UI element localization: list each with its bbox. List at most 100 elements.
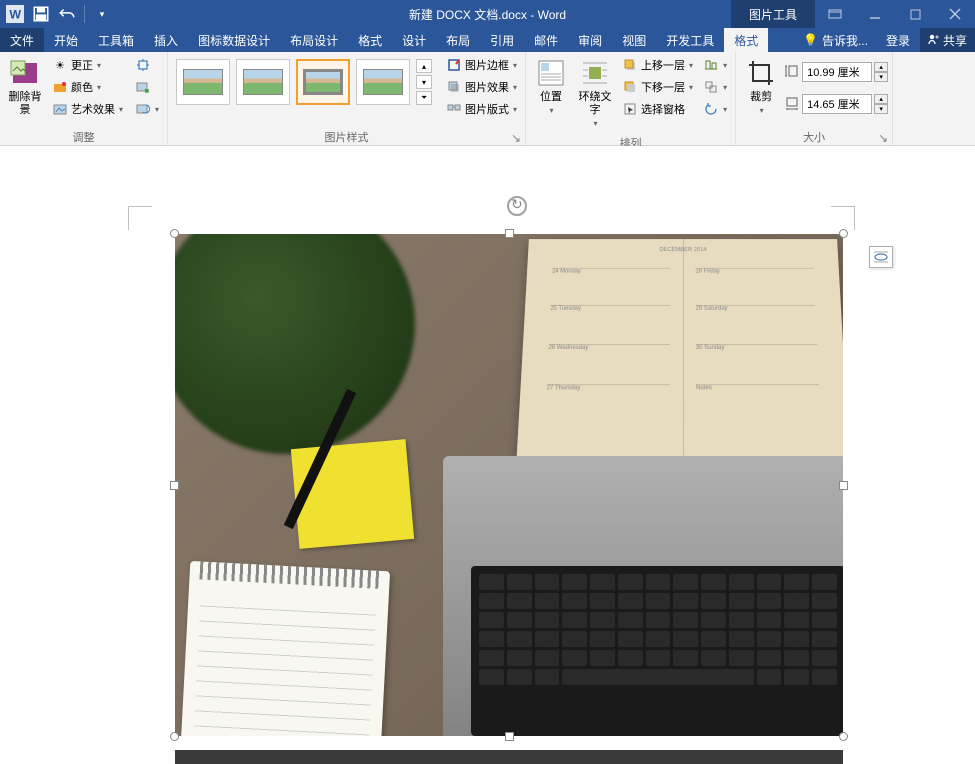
tab-layout-design[interactable]: 布局设计 [280,28,348,52]
titlebar-right: 图片工具 [731,0,975,28]
contextual-tab-picture-tools: 图片工具 [731,0,815,28]
ribbon-display-icon[interactable] [815,0,855,28]
resize-handle-s[interactable] [505,732,514,741]
effects-icon [446,79,462,95]
rotate-button[interactable]: ▾ [699,99,731,119]
document-canvas[interactable]: 24 Monday 25 Tuesday 26 Wednesday 27 Thu… [0,146,975,764]
tab-insert[interactable]: 插入 [144,28,188,52]
change-picture-icon [135,79,151,95]
next-object-strip [175,750,843,764]
compress-pictures-button[interactable] [131,55,163,75]
tab-design[interactable]: 设计 [392,28,436,52]
login-button[interactable]: 登录 [876,32,920,49]
picture-layout-button[interactable]: 图片版式▾ [442,99,521,119]
tab-file[interactable]: 文件 [0,28,44,52]
tab-developer[interactable]: 开发工具 [656,28,724,52]
undo-icon[interactable] [58,5,76,23]
gallery-down-icon[interactable]: ▾ [416,75,432,89]
margin-corner-tl [128,206,152,230]
change-picture-button[interactable] [131,77,163,97]
tab-mailings[interactable]: 邮件 [524,28,568,52]
color-icon [52,79,68,95]
style-thumb-3[interactable] [296,59,350,105]
picture-border-button[interactable]: 图片边框▾ [442,55,521,75]
artistic-effects-button[interactable]: 艺术效果▾ [48,99,127,119]
crop-button[interactable]: 裁剪▾ [740,55,782,119]
style-thumb-2[interactable] [236,59,290,105]
maximize-icon[interactable] [895,0,935,28]
bring-forward-icon [622,57,638,73]
close-icon[interactable] [935,0,975,28]
picture-style-gallery: ▴ ▾ ⏷ [172,55,436,109]
tab-view[interactable]: 视图 [612,28,656,52]
svg-text:W: W [9,8,21,22]
share-button[interactable]: 共享 [920,28,975,52]
size-dialog-launcher-icon[interactable]: ↘ [878,131,890,143]
ribbon-tabs: 文件 开始 工具箱 插入 图标数据设计 布局设计 格式 设计 布局 引用 邮件 … [0,28,975,52]
group-picture-styles: ▴ ▾ ⏷ 图片边框▾ 图片效果▾ 图片版式▾ 图片样式 ↘ [168,52,526,145]
resize-handle-sw[interactable] [170,732,179,741]
corrections-button[interactable]: ☀更正▾ [48,55,127,75]
resize-handle-nw[interactable] [170,229,179,238]
resize-handle-e[interactable] [839,481,848,490]
styles-dialog-launcher-icon[interactable]: ↘ [511,131,523,143]
height-input[interactable]: 10.99 厘米 [802,62,872,82]
gallery-up-icon[interactable]: ▴ [416,59,432,73]
titlebar: W ▾ 新建 DOCX 文档.docx - Word 图片工具 [0,0,975,28]
minimize-icon[interactable] [855,0,895,28]
picture-effects-button[interactable]: 图片效果▾ [442,77,521,97]
align-button[interactable]: ▾ [699,55,731,75]
gallery-more-icon[interactable]: ⏷ [416,91,432,105]
tab-chart-design[interactable]: 图标数据设计 [188,28,280,52]
width-icon [784,95,800,114]
height-up-icon[interactable]: ▴ [874,62,888,72]
tell-me-search[interactable]: 💡 告诉我... [795,32,876,49]
selected-picture[interactable]: 24 Monday 25 Tuesday 26 Wednesday 27 Thu… [175,234,843,736]
tab-toolbox[interactable]: 工具箱 [88,28,144,52]
send-backward-button[interactable]: 下移一层▾ [618,77,697,97]
group-adjust: 删除背景 ☀更正▾ 颜色▾ 艺术效果▾ ▾ 调整 [0,52,168,145]
tab-layout[interactable]: 布局 [436,28,480,52]
share-label: 共享 [943,32,967,49]
brightness-icon: ☀ [52,57,68,73]
rotation-handle[interactable] [507,196,527,216]
color-button[interactable]: 颜色▾ [48,77,127,97]
share-icon [928,33,940,48]
gallery-scroll: ▴ ▾ ⏷ [416,59,432,105]
width-input[interactable]: 14.65 厘米 [802,94,872,114]
tab-home[interactable]: 开始 [44,28,88,52]
layout-options-button[interactable] [869,246,893,268]
reset-picture-button[interactable]: ▾ [131,99,163,119]
quick-access-toolbar: W ▾ [0,5,117,23]
layout-icon [446,101,462,117]
artistic-icon [52,101,68,117]
tab-picture-format[interactable]: 格式 [724,28,768,52]
resize-handle-se[interactable] [839,732,848,741]
resize-handle-ne[interactable] [839,229,848,238]
remove-background-button[interactable]: 删除背景 [4,55,46,119]
height-control: 10.99 厘米 ▴▾ [784,61,888,83]
save-icon[interactable] [32,5,50,23]
style-thumb-1[interactable] [176,59,230,105]
send-backward-icon [622,79,638,95]
tab-references[interactable]: 引用 [480,28,524,52]
width-up-icon[interactable]: ▴ [874,94,888,104]
style-thumb-4[interactable] [356,59,410,105]
resize-handle-n[interactable] [505,229,514,238]
selection-pane-button[interactable]: 选择窗格 [618,99,697,119]
height-down-icon[interactable]: ▾ [874,72,888,82]
wrap-text-button[interactable]: 环绕文字▾ [574,55,616,133]
resize-handle-w[interactable] [170,481,179,490]
group-icon [703,79,719,95]
tab-review[interactable]: 审阅 [568,28,612,52]
word-app-icon[interactable]: W [6,5,24,23]
qat-customize-icon[interactable]: ▾ [93,5,111,23]
width-down-icon[interactable]: ▾ [874,104,888,114]
tell-me-label: 告诉我... [822,32,868,49]
tab-format1[interactable]: 格式 [348,28,392,52]
compress-icon [135,57,151,73]
position-button[interactable]: 位置▾ [530,55,572,119]
bring-forward-button[interactable]: 上移一层▾ [618,55,697,75]
group-objects-button[interactable]: ▾ [699,77,731,97]
ribbon: 删除背景 ☀更正▾ 颜色▾ 艺术效果▾ ▾ 调整 ▴ [0,52,975,146]
